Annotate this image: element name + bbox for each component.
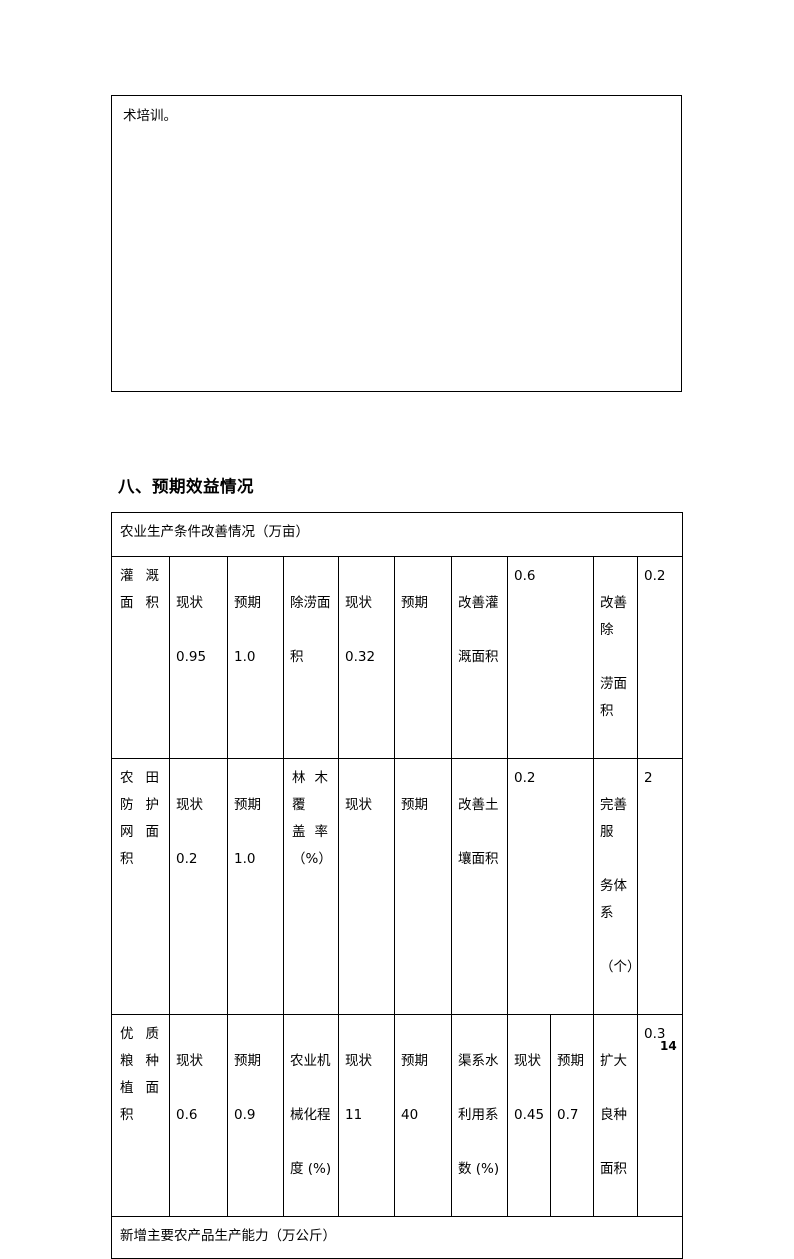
header-grain-current: 现状 — [176, 1053, 203, 1069]
label-expand-seed-line1: 扩大 — [600, 1053, 627, 1069]
value-mechanization-current: 11 — [345, 1107, 363, 1123]
cell-label-forest-coverage: 林木覆 盖 率 （%） — [283, 758, 339, 1015]
cell-shelter-expected: 预期 1.0 — [227, 758, 284, 1015]
label-expand-seed-line3: 面积 — [600, 1161, 627, 1177]
label-mechanization-line3: 度 (%) — [290, 1161, 332, 1177]
table-banner-row-top: 农业生产条件改善情况（万亩） — [110, 512, 684, 557]
value-shelter-expected: 1.0 — [234, 851, 256, 867]
header-irrigation-expected: 预期 — [234, 595, 261, 611]
label-drainage-area-line2: 积 — [290, 649, 304, 665]
page-number: 14 — [660, 1039, 677, 1053]
cell-label-drainage-area: 除涝面 积 — [283, 556, 339, 759]
value-irrigation-expected: 1.0 — [234, 649, 256, 665]
header-grain-expected: 预期 — [234, 1053, 261, 1069]
header-forest-current: 现状 — [345, 797, 372, 813]
cell-canal-current: 现状 0.45 — [507, 1014, 551, 1217]
section-heading: 八、预期效益情况 — [118, 477, 254, 496]
table-banner-row-bottom: 新增主要农产品生产能力（万公斤） — [110, 1216, 684, 1259]
value-canal-expected: 0.7 — [557, 1107, 579, 1123]
label-improve-drainage-line1: 改善除 — [600, 595, 627, 638]
table-row-irrigation: 灌 溉 面 积 现状 0.95 预期 1.0 除涝面 积 现状 0.32 预期 … — [111, 556, 684, 759]
cell-value-service-system: 2 — [636, 758, 684, 1015]
continuation-paragraph: 术培训。 — [123, 108, 177, 124]
cell-label-improve-soil: 改善土 壤面积 — [451, 758, 508, 1015]
cell-grain-expected: 预期 0.9 — [227, 1014, 284, 1217]
value-service-system: 2 — [644, 770, 653, 786]
label-service-system-line1: 完善服 — [600, 797, 627, 840]
header-mechanization-expected: 预期 — [401, 1053, 428, 1069]
header-shelter-expected: 预期 — [234, 797, 261, 813]
label-improve-irrigation-line2: 溉面积 — [458, 649, 499, 665]
cell-value-improve-soil: 0.2 — [507, 758, 594, 1015]
banner-label-production-conditions: 农业生产条件改善情况（万亩） — [120, 524, 309, 540]
cell-mechanization-current: 现状 11 — [338, 1014, 395, 1217]
label-improve-soil-line2: 壤面积 — [458, 851, 499, 867]
value-mechanization-expected: 40 — [401, 1107, 419, 1123]
header-mechanization-current: 现状 — [345, 1053, 372, 1069]
table-row-quality-grain: 优 质 粮 种 植 面 积 现状 0.6 预期 0.9 农业机 械化程 度 (%… — [111, 1014, 684, 1217]
cell-irrigation-current: 现状 0.95 — [169, 556, 228, 759]
cell-label-expand-improved-seed: 扩大 良种 面积 — [593, 1014, 638, 1217]
cell-forest-current: 现状 — [338, 758, 395, 1015]
label-mechanization-line2: 械化程 — [290, 1107, 331, 1123]
value-canal-current: 0.45 — [514, 1107, 545, 1123]
label-service-system-line3: （个） — [600, 959, 638, 975]
cell-label-irrigation-area: 灌 溉 面 积 — [111, 556, 170, 759]
label-shelter-network-area: 农 田 防 护 网 面 积 — [120, 770, 159, 867]
label-improve-soil-line1: 改善土 — [458, 797, 499, 813]
cell-label-mechanization: 农业机 械化程 度 (%) — [283, 1014, 339, 1217]
table-row-farmland-shelter: 农 田 防 护 网 面 积 现状 0.2 预期 1.0 林木覆 盖 率 （%） — [111, 758, 684, 1015]
label-forest-coverage: 林木覆 盖 率 （%） — [292, 770, 332, 867]
value-grain-expected: 0.9 — [234, 1107, 256, 1123]
cell-value-improve-irrigation: 0.6 — [507, 556, 594, 759]
value-shelter-current: 0.2 — [176, 851, 198, 867]
cell-value-improve-drainage: 0.2 — [636, 556, 684, 759]
cell-label-improve-irrigation: 改善灌 溉面积 — [451, 556, 508, 759]
label-expand-seed-line2: 良种 — [600, 1107, 627, 1123]
label-quality-grain-area: 优 质 粮 种 植 面 积 — [120, 1026, 159, 1123]
value-grain-current: 0.6 — [176, 1107, 198, 1123]
label-canal-water-line1: 渠系水 — [458, 1053, 499, 1069]
cell-irrigation-expected: 预期 1.0 — [227, 556, 284, 759]
label-mechanization-line1: 农业机 — [290, 1053, 331, 1069]
cell-forest-expected: 预期 — [394, 758, 452, 1015]
label-irrigation-area: 灌 溉 面 积 — [120, 568, 159, 611]
header-canal-current: 现状 — [514, 1053, 541, 1069]
expected-benefits-table: 农业生产条件改善情况（万亩） 灌 溉 面 积 现状 0.95 预期 1.0 除涝… — [110, 512, 684, 1259]
cell-label-quality-grain-area: 优 质 粮 种 植 面 积 — [111, 1014, 170, 1217]
cell-mechanization-expected: 预期 40 — [394, 1014, 452, 1217]
value-improve-soil: 0.2 — [514, 770, 536, 786]
label-canal-water-line3: 数 (%) — [458, 1161, 500, 1177]
cell-shelter-current: 现状 0.2 — [169, 758, 228, 1015]
cell-label-shelter-network-area: 农 田 防 护 网 面 积 — [111, 758, 170, 1015]
header-shelter-current: 现状 — [176, 797, 203, 813]
header-canal-expected: 预期 — [557, 1053, 584, 1069]
banner-label-new-output-capacity: 新增主要农产品生产能力（万公斤） — [120, 1228, 336, 1244]
cell-drainage-current: 现状 0.32 — [338, 556, 395, 759]
cell-label-canal-water-coefficient: 渠系水 利用系 数 (%) — [451, 1014, 508, 1217]
label-improve-irrigation-line1: 改善灌 — [458, 595, 499, 611]
banner-cell-new-output-capacity: 新增主要农产品生产能力（万公斤） — [110, 1216, 684, 1259]
label-canal-water-line2: 利用系 — [458, 1107, 499, 1123]
cell-label-improve-drainage: 改善除 涝面积 — [593, 556, 638, 759]
header-drainage-expected: 预期 — [401, 595, 428, 611]
cell-grain-current: 现状 0.6 — [169, 1014, 228, 1217]
label-improve-drainage-line2: 涝面积 — [600, 676, 627, 719]
header-irrigation-current: 现状 — [176, 595, 203, 611]
label-drainage-area-line1: 除涝面 — [290, 595, 331, 611]
cell-label-service-system: 完善服 务体系 （个） — [593, 758, 638, 1015]
header-drainage-current: 现状 — [345, 595, 372, 611]
cell-drainage-expected: 预期 — [394, 556, 452, 759]
value-improve-irrigation: 0.6 — [514, 568, 536, 584]
label-service-system-line2: 务体系 — [600, 878, 627, 921]
value-improve-drainage: 0.2 — [644, 568, 666, 584]
banner-cell-production-conditions: 农业生产条件改善情况（万亩） — [110, 512, 684, 557]
continuation-text-box: 术培训。 — [111, 95, 682, 392]
cell-canal-expected: 预期 0.7 — [550, 1014, 594, 1217]
value-irrigation-current: 0.95 — [176, 649, 207, 665]
value-drainage-current: 0.32 — [345, 649, 376, 665]
header-forest-expected: 预期 — [401, 797, 428, 813]
